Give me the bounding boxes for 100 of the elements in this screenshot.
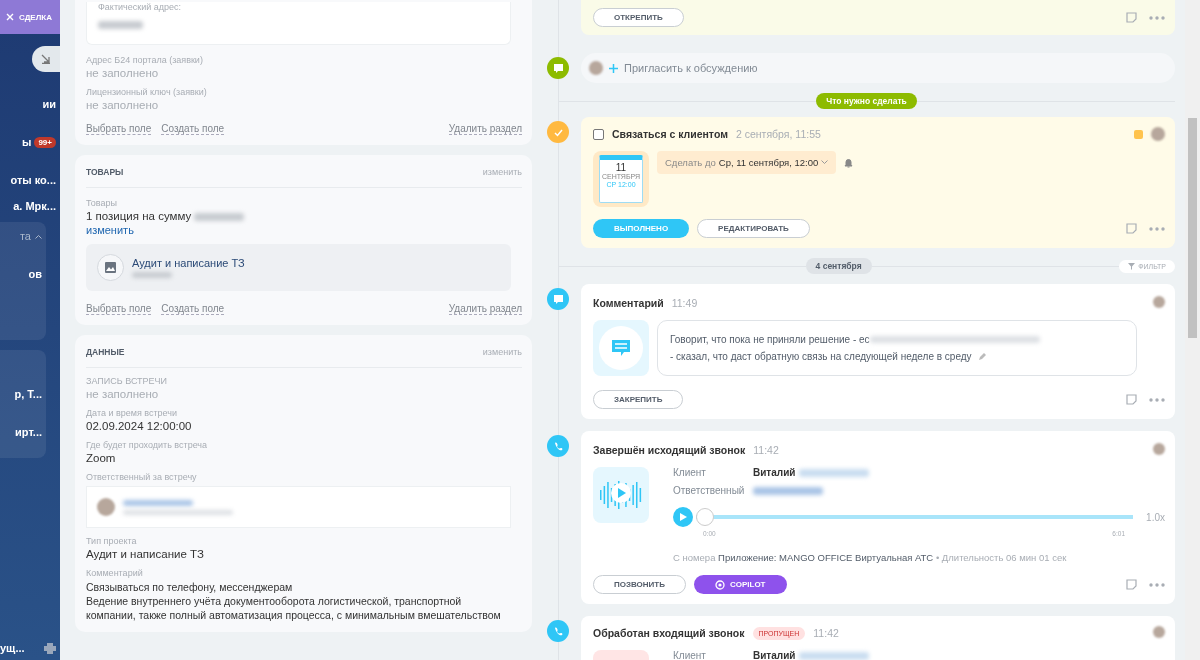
invite-field[interactable]: Пригласить к обсуждению bbox=[581, 53, 1175, 83]
section-title: ТОВАРЫ bbox=[86, 167, 124, 177]
note-icon[interactable] bbox=[1126, 223, 1137, 234]
note-icon[interactable] bbox=[1126, 394, 1137, 405]
caret-icon bbox=[821, 160, 829, 165]
more-icon[interactable] bbox=[1149, 226, 1165, 231]
waveform-drawing bbox=[599, 479, 643, 511]
field-label: Где будет проходить встреча bbox=[86, 440, 209, 450]
copilot-icon bbox=[714, 579, 725, 590]
sidebar-item[interactable]: ущ... bbox=[0, 642, 25, 654]
field-link[interactable]: Выбрать поле bbox=[86, 303, 152, 315]
sidebar-item[interactable]: ии bbox=[42, 98, 56, 110]
sidebar-item[interactable]: оты ко... bbox=[10, 174, 56, 186]
field-link[interactable]: Создать поле bbox=[161, 123, 225, 135]
checkbox[interactable] bbox=[593, 128, 604, 140]
deadline-button[interactable]: Сделать до Ср, 11 сентября, 12:00 bbox=[657, 151, 837, 174]
more-icon[interactable] bbox=[1149, 397, 1165, 402]
call-time: 11:42 bbox=[813, 627, 839, 639]
caret-icon bbox=[35, 233, 42, 239]
field-label: Ответственный за встречу bbox=[86, 472, 198, 482]
comment-text: Говорит, что пока не приняли решение - ес bbox=[670, 333, 870, 347]
status-square bbox=[1134, 129, 1143, 139]
playback-slider[interactable] bbox=[696, 508, 714, 526]
field-value: не заполнено bbox=[86, 388, 160, 400]
play-button[interactable] bbox=[673, 507, 693, 527]
field-label: Ответственный bbox=[673, 485, 746, 496]
action-button[interactable]: COPILOT bbox=[693, 575, 787, 594]
blurred-text bbox=[98, 20, 143, 29]
sidebar-item[interactable]: р, Т... bbox=[14, 388, 42, 400]
sidebar-group[interactable]: та bbox=[0, 230, 46, 242]
section-label: Что нужно сделать bbox=[816, 93, 917, 109]
sidebar-item[interactable]: ов bbox=[28, 268, 42, 280]
action-button[interactable]: ПОЗВОНИТЬ bbox=[593, 575, 686, 594]
call-title: Завершён исходящий звонок bbox=[593, 444, 746, 456]
note-icon[interactable] bbox=[1126, 12, 1137, 23]
delete-section-link[interactable]: Удалить раздел bbox=[448, 123, 522, 135]
avatar bbox=[1153, 626, 1165, 638]
blurred-text bbox=[194, 212, 245, 221]
blurred-text bbox=[753, 486, 823, 495]
play-icon bbox=[679, 513, 687, 521]
deal-tab[interactable]: СДЕЛКА bbox=[0, 0, 60, 34]
field-label: Клиент bbox=[673, 650, 707, 660]
blurred-text bbox=[123, 499, 193, 506]
call-title: Обработан входящий звонок bbox=[593, 627, 745, 639]
field-label: Адрес Б24 портала (заявки) bbox=[86, 55, 204, 65]
field-label: Фактический адрес: bbox=[98, 2, 182, 12]
image-icon bbox=[105, 262, 116, 273]
field-value: Zoom bbox=[86, 452, 117, 464]
product-item[interactable]: Аудит и написание ТЗ bbox=[86, 244, 511, 291]
pencil-icon[interactable] bbox=[977, 352, 986, 361]
delete-section-link[interactable]: Удалить раздел bbox=[448, 303, 522, 315]
task-title: Связаться с клиентом bbox=[612, 128, 728, 140]
blurred-text bbox=[799, 468, 870, 477]
phone-icon bbox=[552, 625, 564, 637]
comment-time: 11:49 bbox=[671, 297, 698, 309]
section-title: ДАННЫЕ bbox=[86, 347, 125, 357]
field-link[interactable]: Выбрать поле bbox=[86, 123, 152, 135]
unpin-button[interactable]: ОТКРЕПИТЬ bbox=[593, 8, 684, 27]
arrow-icon bbox=[41, 54, 51, 64]
comment-title: Комментарий bbox=[593, 297, 664, 309]
field-label: Клиент bbox=[673, 467, 707, 478]
sidebar-item[interactable]: ирт... bbox=[15, 426, 42, 438]
field-link[interactable]: Создать поле bbox=[161, 303, 225, 315]
phone-icon bbox=[552, 440, 564, 452]
avatar bbox=[1153, 296, 1165, 308]
field-value: Связываться по телефону, мессенджерам Ведение внутреннего учёта документооборота логистической, транспортной компании, также полный автоматизация процесса, с минимальным вмешательством bbox=[86, 580, 501, 622]
field-label: ЗАПИСЬ ВСТРЕЧИ bbox=[86, 376, 169, 386]
field-label: Лицензионный ключ (заявки) bbox=[86, 87, 208, 97]
task-time: 2 сентября, 11:55 bbox=[735, 128, 821, 140]
field-value: не заполнено bbox=[86, 67, 160, 79]
avatar bbox=[1153, 443, 1165, 455]
edit-link[interactable]: изменить bbox=[86, 224, 522, 236]
more-icon[interactable] bbox=[1149, 15, 1165, 20]
comment-text: - сказал, что даст обратную связь на следующей неделе в среду bbox=[670, 350, 972, 364]
field-label: Тип проекта bbox=[86, 536, 138, 546]
comment-icon bbox=[599, 326, 643, 370]
sidebar-item[interactable]: ы bbox=[22, 136, 32, 148]
count-badge: 99+ bbox=[34, 136, 56, 148]
date-label: 4 сентября bbox=[805, 258, 872, 274]
call-details: С номера Приложение: MANGO OFFICE Виртуальная АТС • Длительность 06 мин 01 сек bbox=[673, 552, 1068, 563]
plus-icon bbox=[609, 63, 618, 73]
pin-button[interactable]: ЗАКРЕПИТЬ bbox=[593, 390, 684, 409]
calendar-day: 11 bbox=[615, 162, 627, 173]
sidebar-item[interactable]: а. Мрк... bbox=[13, 200, 56, 212]
client-name: Виталий bbox=[753, 467, 796, 478]
field-label: Комментарий bbox=[86, 568, 144, 578]
field-value: не заполнено bbox=[86, 99, 160, 111]
field-label: Товары bbox=[86, 198, 118, 208]
chat-icon bbox=[552, 62, 564, 74]
scrollbar-thumb[interactable] bbox=[1188, 118, 1197, 338]
field-value: 1 позиция на сумму bbox=[86, 210, 522, 222]
avatar bbox=[1151, 127, 1165, 141]
more-icon[interactable] bbox=[1149, 582, 1165, 587]
blurred-text bbox=[132, 272, 172, 278]
bell-icon[interactable] bbox=[844, 158, 854, 168]
note-icon[interactable] bbox=[1126, 579, 1137, 590]
product-name: Аудит и написание ТЗ bbox=[132, 257, 245, 269]
action-button[interactable]: РЕДАКТИРОВАТЬ bbox=[697, 219, 810, 238]
call-time: 11:42 bbox=[753, 444, 779, 456]
collapse-button[interactable] bbox=[32, 46, 60, 72]
